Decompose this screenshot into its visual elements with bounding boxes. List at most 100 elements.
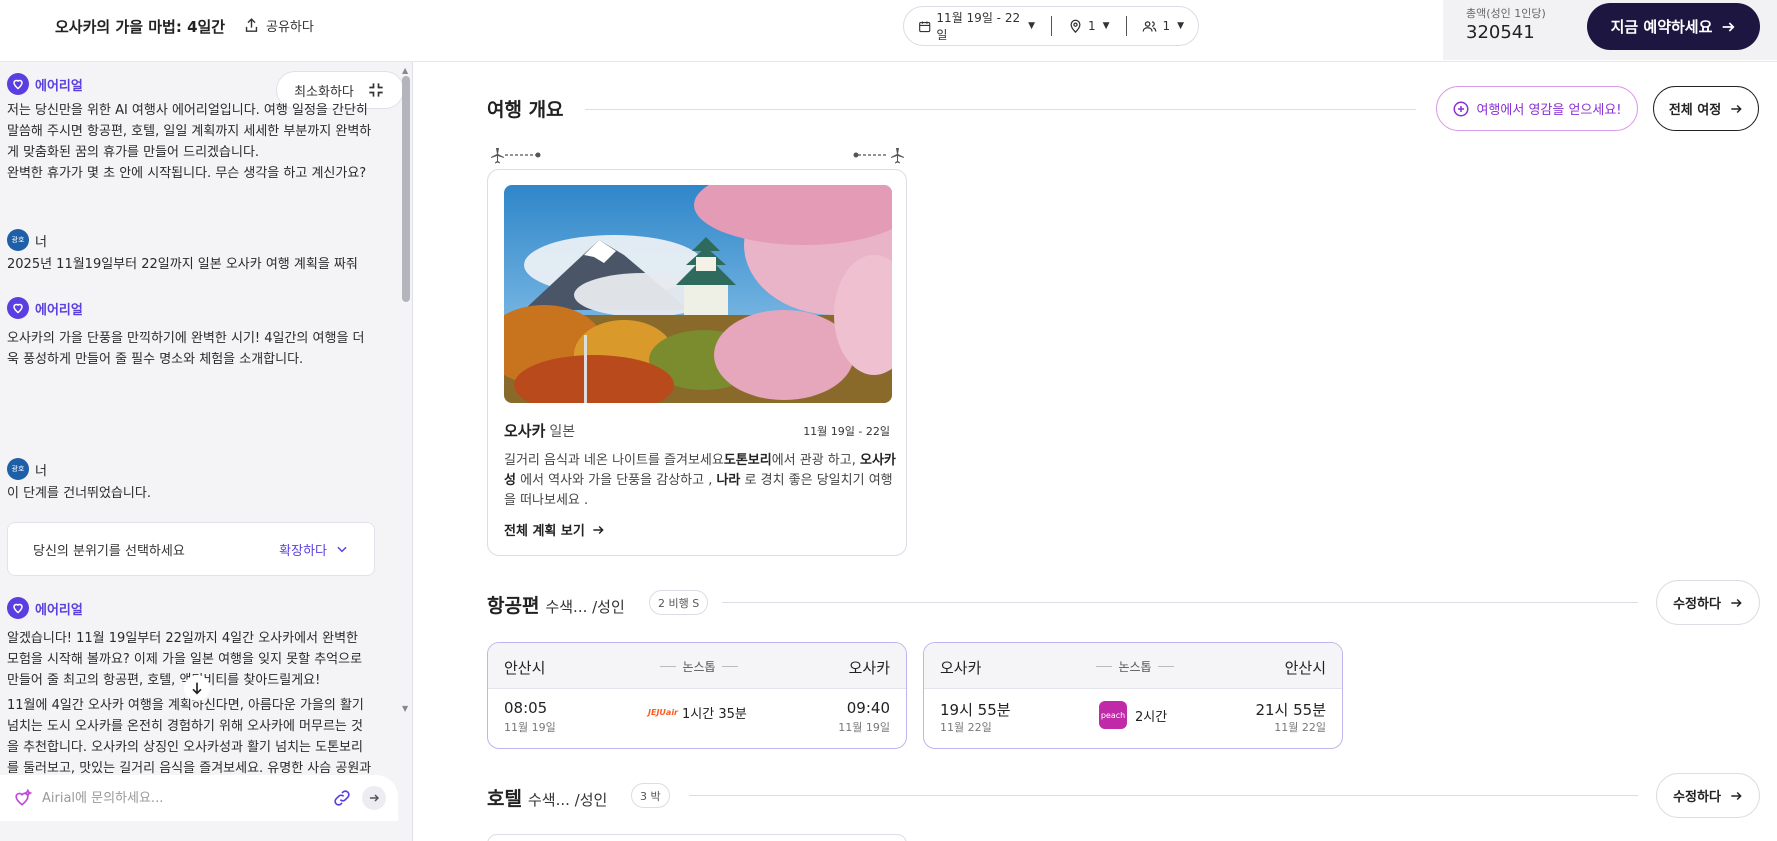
- all-trip-label: 전체 여정: [1668, 103, 1722, 118]
- flights-subtitle: 수색... /성인: [545, 598, 625, 616]
- destinations-selector[interactable]: 1 ▼: [1068, 19, 1110, 34]
- calendar-icon: [919, 20, 931, 32]
- location-pin-icon: [1070, 19, 1081, 33]
- arrival-time: 21시 55분: [1255, 701, 1326, 719]
- duration-text: 2시간: [1135, 709, 1168, 725]
- sender-user: 광호 너: [7, 457, 372, 481]
- message-text: 오사카의 가을 단풍을 만끽하기에 완벽한 시기! 4일간의 여행을 더욱 풍성…: [7, 331, 365, 367]
- flight-duration: peach 2시간: [1099, 701, 1167, 729]
- message-text: 저는 당신만을 위한 AI 여행사 에어리얼입니다. 여행 일정을 간단히 말씀…: [7, 103, 372, 181]
- scroll-thumb[interactable]: [402, 76, 410, 302]
- section-title-flights: 항공편 수색... /성인: [487, 591, 625, 618]
- destination-description: 길거리 음식과 네온 나이트를 즐겨보세요도톤보리에서 관광 하고, 오사카 성…: [504, 451, 896, 511]
- sender-airial: 에어리얼: [7, 296, 372, 320]
- message-text: 2025년 11월19일부터 22일까지 일본 오사카 여행 계획을 짜줘: [7, 257, 358, 272]
- scroll-up-icon[interactable]: ▲: [402, 66, 408, 75]
- link-icon[interactable]: [332, 788, 352, 808]
- destination-city: 오사카: [848, 659, 890, 677]
- chat-panel: 최소화하다 에어리얼 저는 당신만을 위한 AI 여행사 에어리얼입니다. 여행…: [0, 62, 413, 841]
- trip-title: 오사카의 가을 마법: 4일간: [55, 18, 226, 36]
- flights-title: 항공편: [487, 595, 540, 617]
- plus-circle-icon: [1453, 101, 1469, 116]
- travelers-count: 1: [1162, 19, 1171, 33]
- share-button[interactable]: 공유하다: [243, 16, 314, 35]
- sender-airial: 에어리얼: [7, 596, 372, 620]
- mood-label: 당신의 분위기를 선택하세요: [33, 543, 185, 559]
- mood-selector[interactable]: 당신의 분위기를 선택하세요 확장하다: [7, 522, 375, 576]
- place-link-nara[interactable]: 나라: [716, 473, 740, 488]
- airial-avatar: [7, 597, 29, 619]
- inspire-label: 여행에서 영감을 얻으세요!: [1476, 103, 1622, 118]
- chat-message: 에어리얼 오사카의 가을 단풍을 만끽하기에 완벽한 시기! 4일간의 여행을 …: [7, 296, 372, 370]
- origin-city: 안산시: [504, 659, 546, 677]
- trip-settings-pill: 11월 19일 - 22일 ▼ 1 ▼ 1 ▼: [903, 6, 1199, 46]
- expand-button[interactable]: 확장하다: [279, 540, 349, 559]
- edit-flights-button[interactable]: 수정하다: [1656, 580, 1760, 625]
- chat-message: 광호 너 2025년 11월19일부터 22일까지 일본 오사카 여행 계획을 …: [7, 228, 372, 275]
- sender-name: 에어리얼: [35, 602, 83, 618]
- arrival-time: 09:40: [846, 699, 890, 717]
- share-icon: [245, 18, 258, 32]
- price-label: 총액(성인 1인당): [1466, 7, 1546, 20]
- airial-avatar: [7, 297, 29, 319]
- flight-route-header: 오사카 논스톱 안산시: [924, 643, 1342, 689]
- divider: [722, 602, 1638, 603]
- chat-message: 에어리얼 저는 당신만을 위한 AI 여행사 에어리얼입니다. 여행 일정을 간…: [7, 72, 372, 184]
- desc-text: 에서 관광 하고,: [771, 453, 860, 468]
- city-name: 오사카: [504, 422, 546, 440]
- chat-input-bar: [0, 775, 398, 821]
- place-link-dotonbori[interactable]: 도톤보리: [724, 453, 772, 468]
- scroll-to-bottom-button[interactable]: [184, 675, 210, 701]
- caret-down-icon: ▼: [1102, 21, 1110, 31]
- people-icon: [1143, 20, 1157, 32]
- airline-logo: peach: [1099, 701, 1127, 729]
- sender-name: 에어리얼: [35, 78, 83, 94]
- stop-info: 논스톱: [1090, 658, 1180, 675]
- send-button[interactable]: [362, 786, 386, 810]
- caret-down-icon: ▼: [1177, 21, 1184, 31]
- travelers-selector[interactable]: 1 ▼: [1142, 19, 1184, 34]
- stop-info: 논스톱: [654, 658, 744, 675]
- dates-selector[interactable]: 11월 19일 - 22일 ▼: [918, 9, 1035, 43]
- book-now-button[interactable]: 지금 예약하세요: [1587, 3, 1760, 50]
- arrival-date: 11월 19일: [838, 721, 890, 734]
- chat-scrollbar[interactable]: ▲ ▼: [399, 62, 412, 717]
- avatar: 광호: [7, 229, 29, 251]
- divider: [585, 109, 1416, 110]
- departure-time: 19시 55분: [940, 701, 1011, 719]
- hotels-title: 호텔: [487, 788, 522, 810]
- desc-text: 에서 역사와 가을 단풍을 감상하고 ,: [515, 473, 717, 488]
- airline-logo: JEJUair: [648, 708, 678, 717]
- edit-hotels-button[interactable]: 수정하다: [1656, 773, 1760, 818]
- full-plan-label: 전체 계획 보기: [504, 524, 585, 539]
- divider: [689, 795, 1638, 796]
- flight-card-outbound[interactable]: 안산시 논스톱 오사카 08:05 11월 19일 JEJUair 1시간 35…: [487, 642, 907, 749]
- destination-name: 오사카 일본: [504, 420, 575, 441]
- scroll-down-icon[interactable]: ▼: [402, 704, 408, 713]
- desc-text: 길거리 음식과 네온 나이트를 즐겨보세요: [504, 453, 724, 468]
- departure-date: 11월 22일: [940, 721, 992, 734]
- chat-message: 광호 너 이 단계를 건너뛰었습니다.: [7, 457, 372, 504]
- top-header: 오사카의 가을 마법: 4일간 공유하다 11월 19일 - 22일 ▼ 1 ▼…: [0, 0, 1777, 62]
- edit-label: 수정하다: [1673, 597, 1721, 612]
- view-full-plan-link[interactable]: 전체 계획 보기: [504, 520, 605, 539]
- flight-card-return[interactable]: 오사카 논스톱 안산시 19시 55분 11월 22일 peach 2시간 21…: [923, 642, 1343, 749]
- airial-avatar: [7, 73, 29, 95]
- hotel-card[interactable]: [487, 834, 907, 841]
- hotel-nights-badge: 3 박: [631, 783, 670, 808]
- chevron-down-icon: [337, 546, 347, 553]
- flight-duration: JEJUair 1시간 35분: [648, 703, 747, 722]
- caret-down-icon: ▼: [1028, 21, 1036, 31]
- full-itinerary-button[interactable]: 전체 여정: [1653, 86, 1759, 131]
- sender-name: 에어리얼: [35, 302, 83, 318]
- divider: [1125, 16, 1127, 36]
- get-inspired-button[interactable]: 여행에서 영감을 얻으세요!: [1436, 86, 1638, 131]
- sender-user: 광호 너: [7, 228, 372, 252]
- avatar: 광호: [7, 458, 29, 480]
- chat-input[interactable]: [42, 790, 322, 806]
- destination-card[interactable]: 오사카 일본 11월 19일 - 22일 길거리 음식과 네온 나이트를 즐겨보세…: [487, 169, 907, 556]
- arrow-right-icon: [1723, 21, 1735, 32]
- hotels-subtitle: 수색... /성인: [527, 791, 608, 809]
- plane-icon: [891, 148, 904, 164]
- dates-value: 11월 19일 - 22일: [936, 11, 1021, 42]
